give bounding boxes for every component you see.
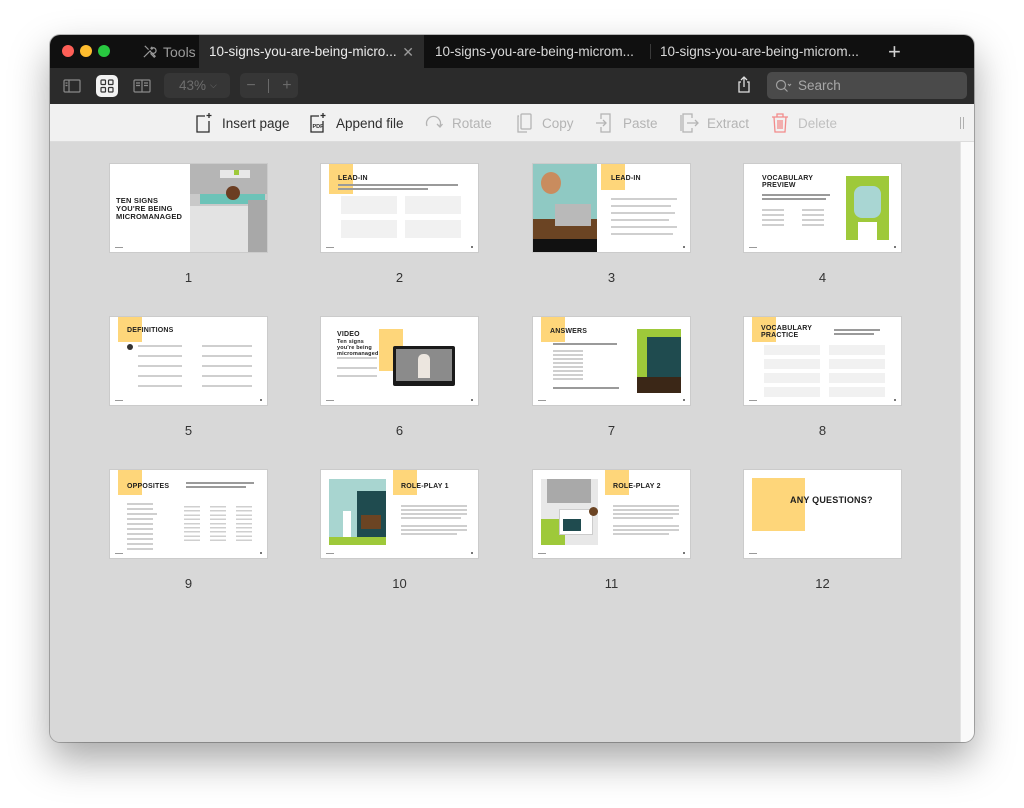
insert-page-label: Insert page xyxy=(222,115,290,131)
tab-label: 10-signs-you-are-being-microm... xyxy=(435,44,634,59)
maximize-window-button[interactable] xyxy=(98,45,110,57)
page-number: 6 xyxy=(395,423,404,438)
slide-title: VOCABULARY PREVIEW xyxy=(762,175,814,190)
slide-title: ROLE-PLAY 2 xyxy=(613,483,661,490)
search-field[interactable] xyxy=(767,72,967,99)
paste-label: Paste xyxy=(623,115,658,131)
page-actions-bar: Insert page PDF Append file Rotate Copy xyxy=(50,104,974,142)
page-number: 3 xyxy=(607,270,616,285)
vertical-scrollbar[interactable] xyxy=(960,142,974,742)
water-cooler-illustration xyxy=(846,176,889,240)
grid-icon xyxy=(100,79,114,93)
slide-title: LEAD-IN xyxy=(338,175,368,182)
zoom-level-dropdown[interactable]: 43% ⌵ xyxy=(164,73,230,98)
extract-icon xyxy=(680,113,699,133)
page-number: 10 xyxy=(392,576,407,591)
delete-button[interactable]: Delete xyxy=(770,104,837,142)
share-button[interactable] xyxy=(737,76,751,99)
desk-illustration xyxy=(541,479,598,545)
copy-button[interactable]: Copy xyxy=(514,104,574,142)
page-number: 11 xyxy=(604,576,619,591)
page-number: 8 xyxy=(818,423,827,438)
person-laptop-illustration xyxy=(533,164,597,252)
office-illustration xyxy=(190,164,267,252)
slide-footer xyxy=(115,247,123,248)
insert-page-button[interactable]: Insert page xyxy=(194,104,290,142)
page-number: 9 xyxy=(184,576,193,591)
page-number: 4 xyxy=(818,270,827,285)
app-window: Tools 10-signs-you-are-being-micro... ✕ … xyxy=(50,35,974,742)
tab-bar: Tools 10-signs-you-are-being-micro... ✕ … xyxy=(50,35,974,68)
slide-title: VIDEO xyxy=(337,331,360,338)
svg-text:PDF: PDF xyxy=(313,124,325,130)
slide-title: VOCABULARY PRACTICE xyxy=(761,325,813,340)
page-grid: TEN SIGNS YOU'RE BEING MICROMANAGED 1 LE… xyxy=(50,142,960,742)
paste-icon xyxy=(596,113,611,133)
close-tab-icon[interactable]: ✕ xyxy=(402,44,414,61)
extract-button[interactable]: Extract xyxy=(679,104,749,142)
extract-label: Extract xyxy=(707,115,750,131)
page-number: 12 xyxy=(815,576,830,591)
coffee-machine-illustration xyxy=(329,479,386,545)
copy-icon xyxy=(517,113,532,133)
page-number: 7 xyxy=(607,423,616,438)
tab-label: 10-signs-you-are-being-micro... xyxy=(209,44,397,59)
delete-label: Delete xyxy=(798,115,838,131)
trash-icon xyxy=(772,113,788,133)
chevron-down-icon: ⌵ xyxy=(210,80,217,90)
search-icon xyxy=(775,79,792,92)
tools-tab[interactable]: Tools xyxy=(142,35,196,68)
two-page-view-button[interactable] xyxy=(131,75,153,97)
rotate-label: Rotate xyxy=(452,115,492,131)
slide-title: ANSWERS xyxy=(550,328,588,335)
stepper-divider xyxy=(268,78,270,93)
slide-title: LEAD-IN xyxy=(611,175,641,182)
grid-view-button[interactable] xyxy=(96,75,118,97)
zoom-level-value: 43% xyxy=(179,78,207,93)
zoom-stepper: − + xyxy=(240,73,298,98)
toolbar: 43% ⌵ − + xyxy=(50,68,974,104)
tools-tab-label: Tools xyxy=(163,43,196,60)
new-tab-button[interactable]: + xyxy=(888,39,901,65)
phone-illustration xyxy=(637,329,681,393)
search-input[interactable] xyxy=(798,78,948,93)
slide-title: ROLE-PLAY 1 xyxy=(401,483,449,490)
sidebar-icon xyxy=(63,79,81,93)
panel-resize-handle[interactable] xyxy=(960,117,964,129)
page-number: 5 xyxy=(184,423,193,438)
append-file-button[interactable]: PDF Append file xyxy=(308,104,404,142)
tab-document-2[interactable]: 10-signs-you-are-being-microm... xyxy=(425,35,650,68)
slide-title: TEN SIGNS YOU'RE BEING MICROMANAGED xyxy=(116,196,183,221)
page-number: 1 xyxy=(184,270,193,285)
slide-title: ANY QUESTIONS? xyxy=(790,495,873,505)
page-number: 2 xyxy=(395,270,404,285)
share-icon xyxy=(738,76,750,93)
zoom-in-button[interactable]: + xyxy=(282,77,291,95)
slide-subtitle: Ten signs you're being micromanaged xyxy=(337,339,379,357)
append-file-label: Append file xyxy=(336,115,404,131)
two-page-icon xyxy=(133,79,151,93)
rotate-icon xyxy=(425,115,443,128)
minimize-window-button[interactable] xyxy=(80,45,92,57)
laptop-video-illustration xyxy=(393,346,455,386)
slide-title: OPPOSITES xyxy=(127,483,170,490)
insert-page-icon xyxy=(196,113,212,133)
tab-document-3[interactable]: 10-signs-you-are-being-microm... xyxy=(650,35,875,68)
copy-label: Copy xyxy=(542,115,574,131)
sidebar-view-button[interactable] xyxy=(61,75,83,97)
pdf-append-icon: PDF xyxy=(310,113,326,133)
tools-icon xyxy=(143,45,157,58)
slide-title: DEFINITIONS xyxy=(127,327,174,334)
paste-button[interactable]: Paste xyxy=(595,104,658,142)
rotate-button[interactable]: Rotate xyxy=(424,104,492,142)
tab-document-1[interactable]: 10-signs-you-are-being-micro... ✕ xyxy=(199,35,424,68)
tab-label: 10-signs-you-are-being-microm... xyxy=(660,44,859,59)
zoom-out-button[interactable]: − xyxy=(246,77,255,95)
close-window-button[interactable] xyxy=(62,45,74,57)
